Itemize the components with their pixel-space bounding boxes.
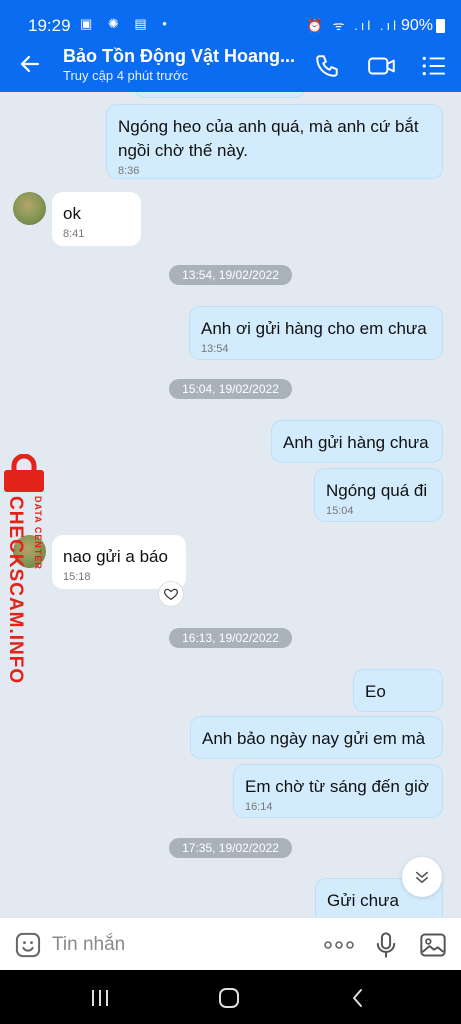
message-text: Ngóng quá đi xyxy=(326,481,428,500)
battery-level: 90% xyxy=(400,17,433,34)
message-text: ok xyxy=(63,204,81,223)
menu-list-icon[interactable] xyxy=(421,53,447,79)
more-icon[interactable] xyxy=(323,931,355,959)
message-time: 15:04 xyxy=(326,505,354,517)
image-icon[interactable] xyxy=(419,931,447,959)
phone-icon[interactable] xyxy=(314,53,340,79)
last-seen-status: Truy cập 4 phút trước xyxy=(63,68,189,83)
message-text: Anh ơi gửi hàng cho em chưa xyxy=(201,319,427,338)
message-composer: Tin nhắn xyxy=(0,917,461,970)
signal-icons: ⏰ ᯤ .ıl .ıl xyxy=(306,18,399,33)
message-text: Ngóng heo của anh quá, mà anh cứ bắt ngồ… xyxy=(118,117,419,160)
message-text: nao gửi a báo xyxy=(63,547,168,566)
contact-name[interactable]: Bảo Tồn Động Vật Hoang... xyxy=(63,46,295,67)
message-time: 13:54 xyxy=(201,343,229,355)
watermark-brand: CHECKSCAM.INFO xyxy=(5,496,26,685)
message-bubble-outgoing[interactable]: Em chờ từ sáng đến giờ 16:14 xyxy=(233,764,443,818)
lock-icon xyxy=(4,454,44,492)
system-nav-bar xyxy=(0,970,461,1024)
contact-avatar[interactable] xyxy=(13,192,46,225)
watermark-subtitle: DATA CENTER xyxy=(33,496,43,570)
date-separator: 17:35, 19/02/2022 xyxy=(169,838,292,858)
message-bubble-outgoing[interactable]: Ngóng quá đi 15:04 xyxy=(314,468,443,522)
message-list[interactable]: Ngóng heo của anh quá, mà anh cứ bắt ngồ… xyxy=(0,92,461,917)
date-separator: 16:13, 19/02/2022 xyxy=(169,628,292,648)
message-time: 8:36 xyxy=(118,165,140,177)
chat-header: Bảo Tồn Động Vật Hoang... Truy cập 4 phú… xyxy=(0,38,461,92)
message-bubble-outgoing[interactable]: Eo xyxy=(353,669,443,712)
video-call-icon[interactable] xyxy=(367,53,397,79)
date-separator: 13:54, 19/02/2022 xyxy=(169,265,292,285)
message-bubble-incoming[interactable]: ok 8:41 xyxy=(52,192,141,246)
message-bubble-outgoing[interactable]: Anh gửi hàng chưa xyxy=(271,420,443,463)
reaction-button[interactable] xyxy=(158,581,184,607)
message-text: Anh bảo ngày nay gửi em mà xyxy=(202,729,426,748)
message-time: 16:14 xyxy=(245,801,273,813)
message-text: Em chờ từ sáng đến giờ xyxy=(245,777,429,796)
partial-message-bubble[interactable] xyxy=(135,92,305,98)
status-time: 19:29 xyxy=(28,16,71,35)
checkscam-watermark: CHECKSCAM.INFO DATA CENTER xyxy=(0,450,55,685)
message-time: 8:41 xyxy=(63,228,85,240)
message-input[interactable]: Tin nhắn xyxy=(52,934,125,956)
back-arrow-icon[interactable] xyxy=(18,52,42,76)
heart-icon xyxy=(164,588,178,601)
message-bubble-outgoing[interactable]: Ngóng heo của anh quá, mà anh cứ bắt ngồ… xyxy=(106,104,443,179)
message-bubble-outgoing[interactable]: Anh ơi gửi hàng cho em chưa 13:54 xyxy=(189,306,443,360)
message-bubble-outgoing[interactable]: Anh bảo ngày nay gửi em mà xyxy=(190,716,443,759)
battery-icon xyxy=(436,19,445,33)
status-bar: 19:29 ▣ ✺ ▤ • ⏰ ᯤ .ıl .ıl 90% xyxy=(0,0,461,38)
notification-icons: ▣ ✺ ▤ • xyxy=(80,16,173,31)
emoji-icon[interactable] xyxy=(14,931,42,959)
home-icon[interactable] xyxy=(218,987,240,1009)
scroll-to-bottom-button[interactable] xyxy=(402,857,442,897)
message-time: 15:18 xyxy=(63,571,91,583)
date-separator: 15:04, 19/02/2022 xyxy=(169,379,292,399)
back-nav-icon[interactable] xyxy=(347,987,369,1009)
message-text: Anh gửi hàng chưa xyxy=(283,433,429,452)
recent-apps-icon[interactable] xyxy=(89,987,111,1009)
double-chevron-down-icon xyxy=(416,871,428,883)
microphone-icon[interactable] xyxy=(372,931,400,959)
message-text: Eo xyxy=(365,682,386,701)
